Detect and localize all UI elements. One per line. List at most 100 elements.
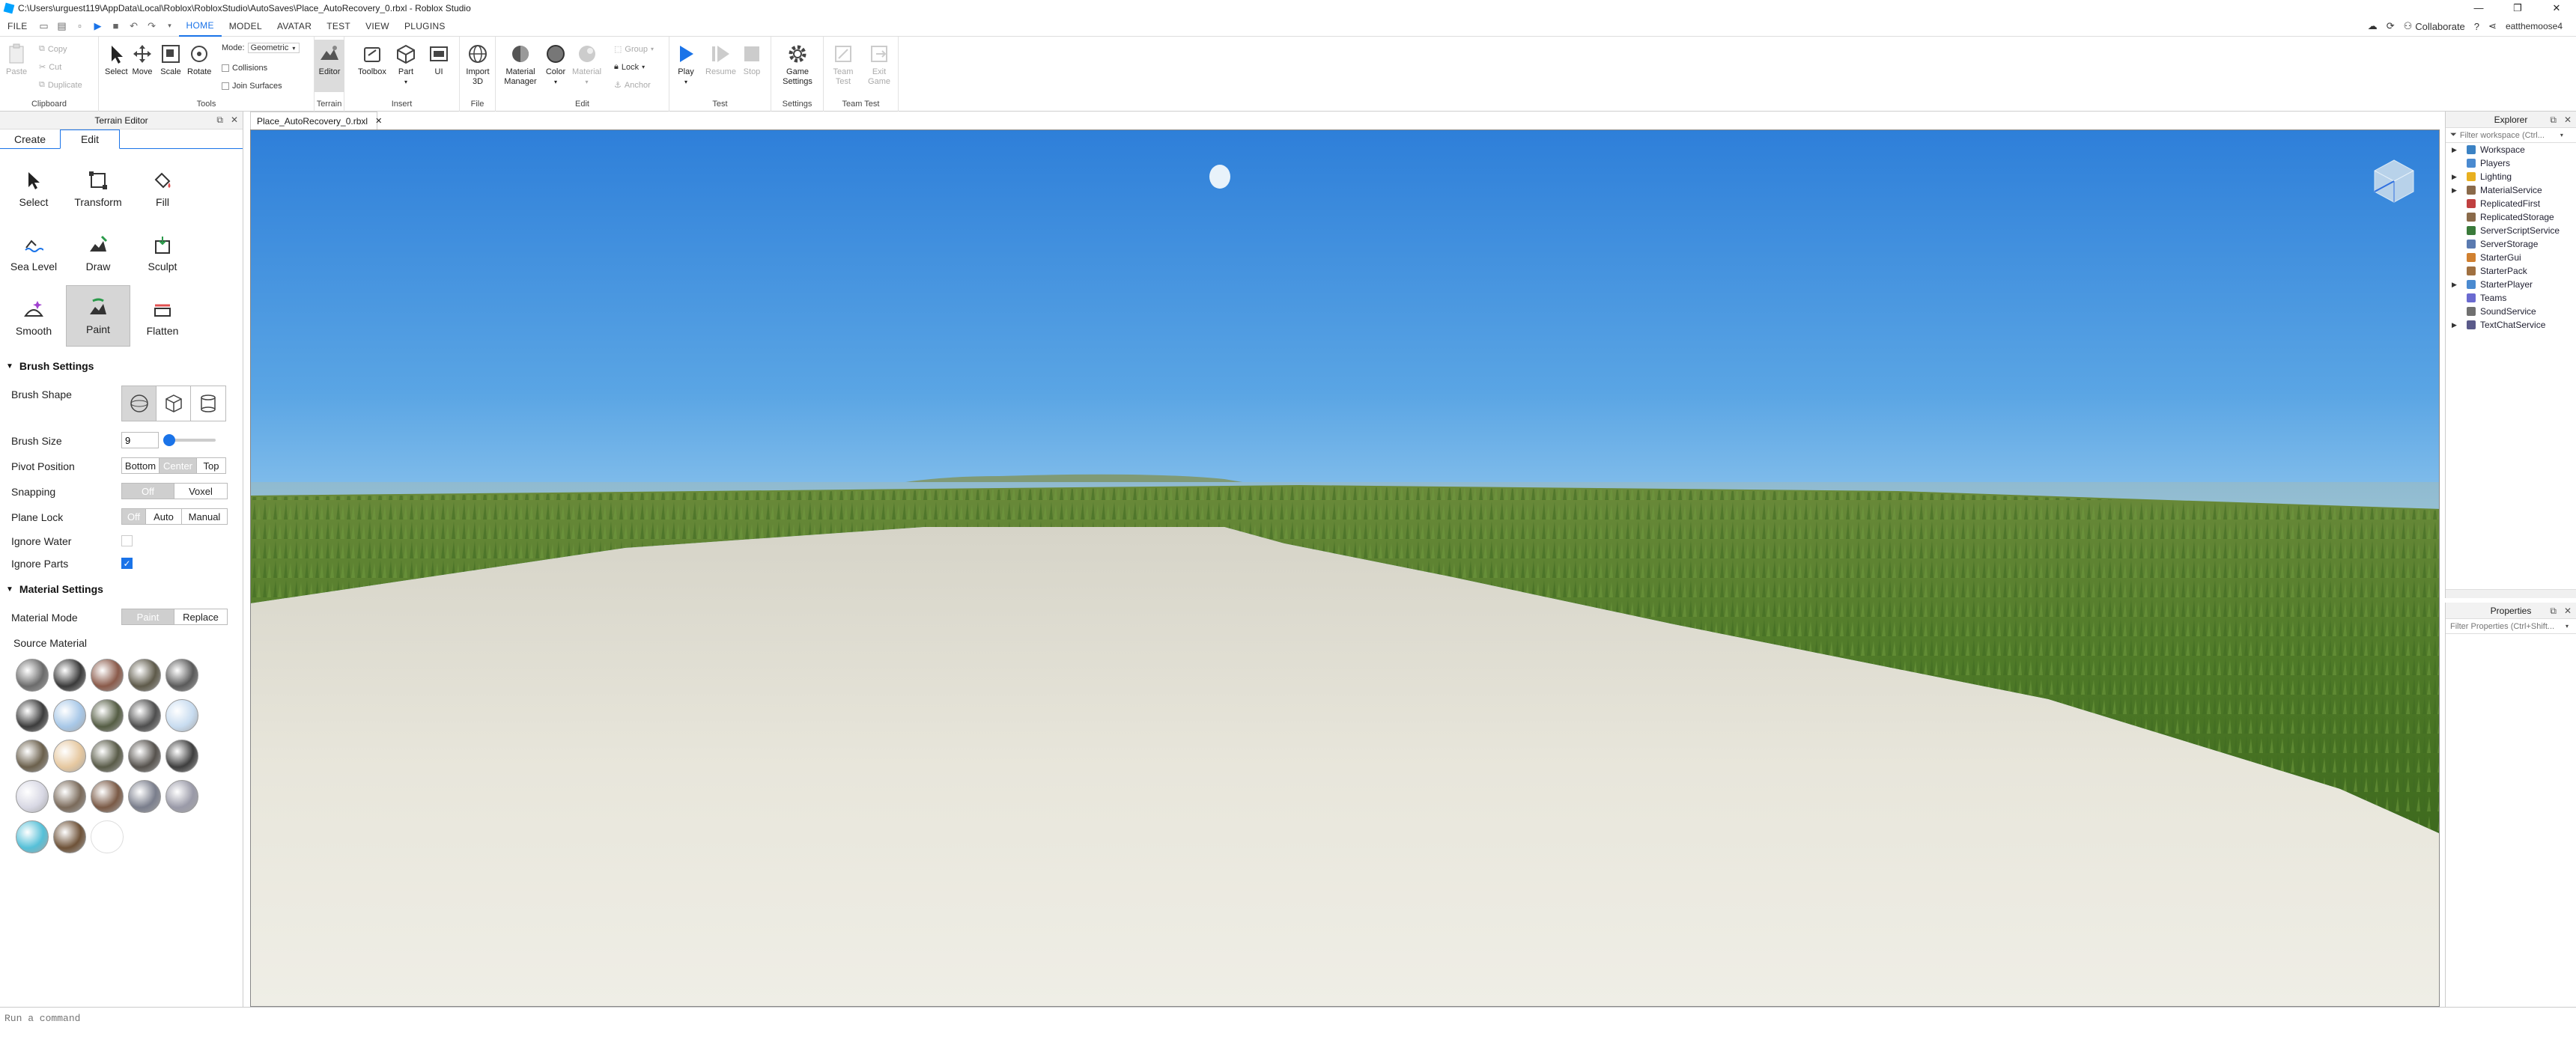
draw-terrain-tool[interactable]: Draw: [66, 222, 130, 284]
lock-button[interactable]: 🔒︎ Lock ▾: [614, 62, 645, 72]
dropdown-icon[interactable]: ▾: [163, 19, 177, 33]
material-mode-replace-option[interactable]: Replace: [174, 609, 227, 624]
material-settings-heading[interactable]: ▼ Material Settings: [6, 583, 103, 595]
material-swatch[interactable]: [165, 780, 198, 813]
command-input[interactable]: [4, 1010, 2566, 1026]
new-file-icon[interactable]: ▭: [37, 19, 51, 33]
game-settings-button[interactable]: Game Settings: [777, 43, 818, 87]
toolbox-button[interactable]: Toolbox: [358, 43, 386, 77]
material-swatch[interactable]: [16, 740, 49, 773]
pivot-bottom-option[interactable]: Bottom: [122, 458, 160, 473]
brush-size-input[interactable]: [121, 432, 159, 448]
material-swatch[interactable]: [165, 659, 198, 692]
resume-button[interactable]: Resume: [705, 43, 736, 77]
close-button[interactable]: ✕: [2537, 0, 2576, 16]
tab-test[interactable]: TEST: [319, 16, 358, 37]
smooth-terrain-tool[interactable]: Smooth: [1, 287, 66, 348]
mode-selector[interactable]: Mode: Geometric ▾: [222, 43, 300, 53]
explorer-item[interactable]: Players: [2446, 156, 2576, 170]
part-button[interactable]: Part ▾: [395, 43, 416, 87]
explorer-item[interactable]: ▶ StarterPlayer: [2446, 278, 2576, 291]
rotate-tool-button[interactable]: Rotate: [187, 43, 211, 77]
tab-file[interactable]: FILE: [0, 16, 35, 37]
tab-avatar[interactable]: AVATAR: [270, 16, 319, 37]
3d-viewport[interactable]: [250, 130, 2440, 1007]
pivot-top-option[interactable]: Top: [197, 458, 225, 473]
explorer-item[interactable]: Teams: [2446, 291, 2576, 305]
undock-icon[interactable]: ⧉: [2550, 115, 2557, 126]
explorer-item[interactable]: ReplicatedStorage: [2446, 210, 2576, 224]
explorer-item[interactable]: ServerScriptService: [2446, 224, 2576, 237]
material-swatch[interactable]: [53, 699, 86, 732]
snapping-off-option[interactable]: Off: [122, 484, 174, 499]
minimize-button[interactable]: —: [2459, 0, 2498, 16]
expand-arrow-icon[interactable]: ▶: [2452, 321, 2457, 329]
play-quick-icon[interactable]: ▶: [91, 19, 105, 33]
material-mode-paint-option[interactable]: Paint: [122, 609, 174, 624]
plane-lock-manual-option[interactable]: Manual: [182, 509, 227, 524]
explorer-item[interactable]: ▶ Lighting: [2446, 170, 2576, 183]
material-swatch[interactable]: [91, 780, 124, 813]
stop-button[interactable]: Stop: [741, 43, 762, 77]
import-3d-button[interactable]: Import 3D: [461, 43, 494, 87]
properties-filter-input[interactable]: [2450, 621, 2563, 631]
share-icon[interactable]: ⋖: [2488, 20, 2497, 32]
ui-button[interactable]: UI: [428, 43, 449, 77]
material-swatch[interactable]: [91, 740, 124, 773]
material-swatch[interactable]: [53, 780, 86, 813]
pivot-center-option[interactable]: Center: [160, 458, 197, 473]
cylinder-shape-button[interactable]: [191, 386, 225, 421]
undock-icon[interactable]: ⧉: [216, 115, 223, 126]
explorer-item[interactable]: ServerStorage: [2446, 237, 2576, 251]
select-tool-button[interactable]: Select: [105, 43, 128, 77]
refresh-icon[interactable]: ⟳: [2387, 20, 2395, 32]
team-test-button[interactable]: Team Test: [828, 43, 858, 87]
brush-settings-heading[interactable]: ▼ Brush Settings: [6, 360, 94, 372]
user-menu[interactable]: eatthemoose4: [2506, 21, 2563, 31]
join-surfaces-checkbox[interactable]: [222, 82, 229, 90]
brush-size-slider[interactable]: [162, 434, 216, 446]
explorer-item[interactable]: ▶ Workspace: [2446, 143, 2576, 156]
exit-game-button[interactable]: Exit Game: [864, 43, 894, 87]
transform-terrain-tool[interactable]: Transform: [66, 158, 130, 219]
explorer-filter[interactable]: ⏷▾: [2446, 128, 2576, 143]
tab-plugins[interactable]: PLUGINS: [397, 16, 453, 37]
join-surfaces-toggle[interactable]: Join Surfaces: [222, 82, 282, 91]
chevron-down-icon[interactable]: ▾: [2560, 132, 2563, 138]
tab-edit[interactable]: Edit: [60, 130, 120, 149]
material-swatch[interactable]: [91, 659, 124, 692]
collisions-toggle[interactable]: Collisions: [222, 64, 267, 73]
paste-button[interactable]: Paste: [6, 43, 27, 77]
material-swatch[interactable]: [165, 740, 198, 773]
material-swatch[interactable]: [16, 780, 49, 813]
material-button[interactable]: Material ▾: [572, 43, 601, 87]
explorer-item[interactable]: StarterPack: [2446, 264, 2576, 278]
ignore-parts-checkbox[interactable]: ✓: [121, 558, 133, 569]
tab-create[interactable]: Create: [0, 130, 60, 149]
move-tool-button[interactable]: Move: [132, 43, 153, 77]
explorer-item[interactable]: ▶ TextChatService: [2446, 318, 2576, 332]
save-icon[interactable]: ▫: [73, 19, 87, 33]
maximize-button[interactable]: ❐: [2498, 0, 2537, 16]
collaborate-button[interactable]: ⚇ Collaborate: [2404, 20, 2465, 32]
explorer-item[interactable]: ▶ MaterialService: [2446, 183, 2576, 197]
material-swatch[interactable]: [128, 699, 161, 732]
material-swatch[interactable]: [16, 820, 49, 853]
collisions-checkbox[interactable]: [222, 64, 229, 72]
document-tab[interactable]: Place_AutoRecovery_0.rbxl ✕: [250, 112, 382, 130]
cloud-icon[interactable]: ☁: [2368, 20, 2378, 32]
close-icon[interactable]: ✕: [231, 115, 238, 126]
stop-quick-icon[interactable]: ■: [109, 19, 123, 33]
open-file-icon[interactable]: ▤: [55, 19, 69, 33]
color-button[interactable]: Color ▾: [545, 43, 566, 87]
undo-icon[interactable]: ↶: [127, 19, 141, 33]
expand-arrow-icon[interactable]: ▶: [2452, 146, 2457, 154]
scale-tool-button[interactable]: Scale: [160, 43, 181, 77]
tab-model[interactable]: MODEL: [222, 16, 270, 37]
select-terrain-tool[interactable]: Select: [1, 158, 66, 219]
close-icon[interactable]: ✕: [2564, 606, 2572, 617]
sphere-shape-button[interactable]: [122, 386, 157, 421]
explorer-item[interactable]: SoundService: [2446, 305, 2576, 318]
play-button[interactable]: Play ▾: [675, 43, 696, 87]
material-swatch[interactable]: [128, 659, 161, 692]
